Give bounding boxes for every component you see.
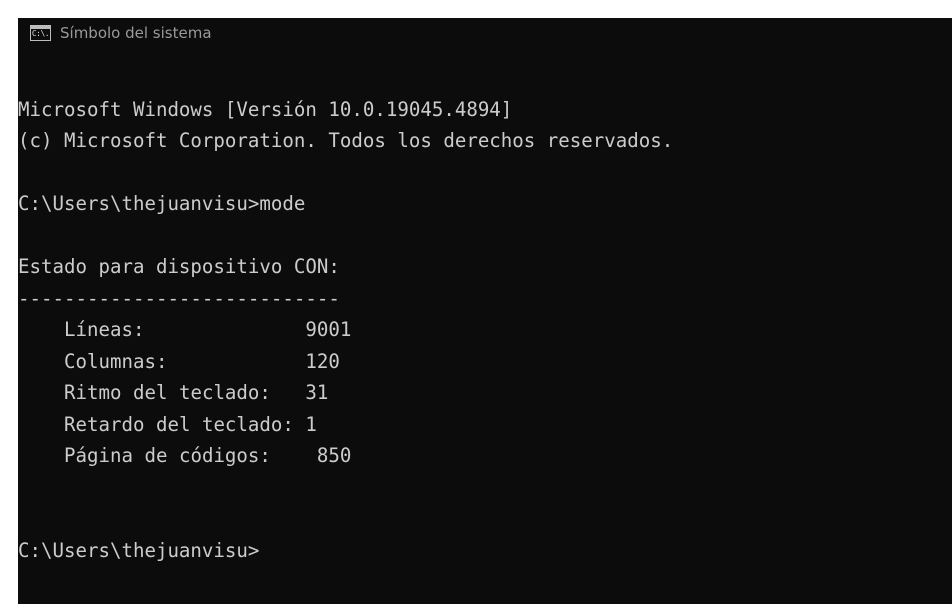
status-label: Líneas: [64,318,145,341]
status-value: 850 [316,444,352,467]
console-output[interactable]: Microsoft Windows [Versión 10.0.19045.48… [18,62,948,602]
status-value: 1 [305,412,317,436]
status-value: 120 [305,349,340,373]
status-label: Retardo del teclado: [64,412,294,436]
prompt-text: C:\Users\thejuanvisu> [18,538,260,562]
status-label: Columnas: [64,349,168,373]
window-title: Símbolo del sistema [60,24,212,42]
status-pad [271,381,306,404]
status-pad [294,413,306,436]
status-pad [271,444,317,467]
separator-line: ---------------------------- [18,286,340,310]
banner-line-2: (c) Microsoft Corporation. Todos los der… [18,129,674,152]
command-line: C:\Users\thejuanvisu>mode [18,188,948,220]
prompt-text: C:\Users\thejuanvisu> [18,192,260,215]
left-gutter [0,0,18,604]
device-heading: Estado para dispositivo CON: [18,255,340,278]
banner-line-1: Microsoft Windows [Versión 10.0.19045.48… [18,97,513,121]
status-label: Ritmo del teclado: [64,381,271,404]
final-prompt[interactable]: C:\Users\thejuanvisu> [18,535,948,567]
status-row: Líneas: 9001 [18,314,948,346]
status-label: Página de códigos: [64,444,271,467]
command-text: mode [259,192,306,215]
status-value: 9001 [305,318,352,341]
status-row: Ritmo del teclado: 31 [18,377,948,409]
status-row: Columnas: 120 [18,346,948,378]
status-row: Retardo del teclado: 1 [18,409,948,441]
cmd-icon: C:\. [30,25,51,41]
status-row: Página de códigos: 850 [18,440,948,472]
status-pad [144,318,305,341]
status-value: 31 [305,381,329,404]
top-strip [0,0,952,18]
status-pad [167,350,305,373]
title-bar[interactable]: C:\. Símbolo del sistema [18,18,952,48]
